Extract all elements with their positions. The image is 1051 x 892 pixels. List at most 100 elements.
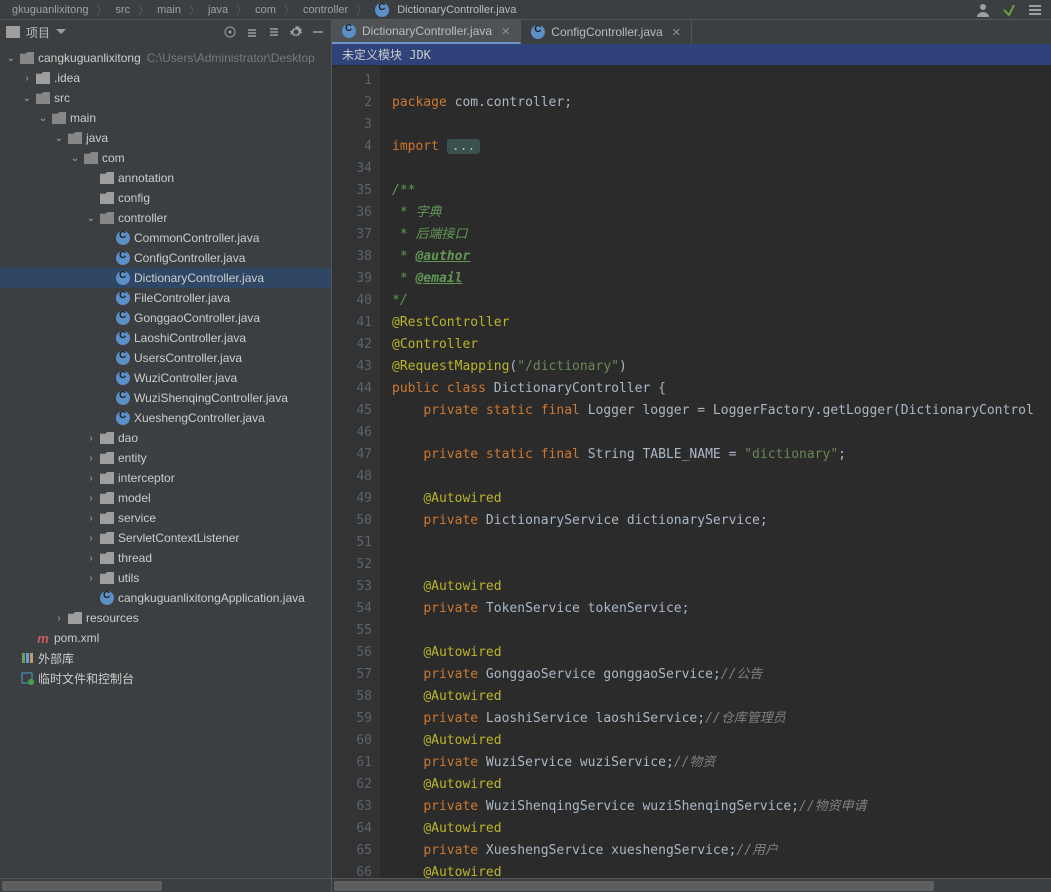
chevron-right-icon[interactable]: › [84,573,98,584]
expand-icon[interactable] [245,25,259,39]
code-area[interactable]: package com.controller; import ... /** *… [380,66,1051,878]
tree-item-外部库[interactable]: 外部库 [0,648,331,668]
tree-item-FileController.java[interactable]: FileController.java [0,288,331,308]
code-line[interactable] [392,532,1051,554]
tree-item-.idea[interactable]: ›.idea [0,68,331,88]
code-line[interactable]: * @email [392,268,1051,290]
code-line[interactable]: private XueshengService xueshengService;… [392,840,1051,862]
tree-item-thread[interactable]: ›thread [0,548,331,568]
breadcrumb-item[interactable]: main [157,4,181,16]
chevron-right-icon[interactable]: › [52,613,66,624]
code-line[interactable]: private TokenService tokenService; [392,598,1051,620]
chevron-right-icon[interactable]: › [84,493,98,504]
module-jdk-banner[interactable]: 未定义模块 JDK [332,44,1051,66]
code-line[interactable]: @RequestMapping("/dictionary") [392,356,1051,378]
code-line[interactable]: * 字典 [392,202,1051,224]
code-line[interactable] [392,620,1051,642]
chevron-down-icon[interactable]: ⌄ [84,213,98,224]
breadcrumb-item[interactable]: java [208,4,228,16]
chevron-right-icon[interactable]: › [20,73,34,84]
tree-item-resources[interactable]: ›resources [0,608,331,628]
code-line[interactable]: @Autowired [392,862,1051,878]
tree-item-DictionaryController.java[interactable]: DictionaryController.java [0,268,331,288]
close-icon[interactable]: ✕ [501,25,510,38]
tree-item-service[interactable]: ›service [0,508,331,528]
target-icon[interactable] [223,25,237,39]
tree-item-ConfigController.java[interactable]: ConfigController.java [0,248,331,268]
code-line[interactable]: private GonggaoService gonggaoService;//… [392,664,1051,686]
code-line[interactable]: @Autowired [392,576,1051,598]
tree-item-main[interactable]: ⌄main [0,108,331,128]
tree-item-ServletContextListener[interactable]: ›ServletContextListener [0,528,331,548]
tree-item-config[interactable]: config [0,188,331,208]
close-icon[interactable]: ✕ [672,26,681,39]
code-line[interactable]: @Controller [392,334,1051,356]
chevron-right-icon[interactable]: › [84,553,98,564]
code-line[interactable]: private DictionaryService dictionaryServ… [392,510,1051,532]
chevron-right-icon[interactable]: › [84,433,98,444]
tree-item-LaoshiController.java[interactable]: LaoshiController.java [0,328,331,348]
code-line[interactable] [392,554,1051,576]
tree-item-cangkuguanlixitongApplication.java[interactable]: cangkuguanlixitongApplication.java [0,588,331,608]
tree-item-entity[interactable]: ›entity [0,448,331,468]
chevron-down-icon[interactable]: ⌄ [4,53,18,64]
project-tree[interactable]: ⌄cangkuguanlixitongC:\Users\Administrato… [0,44,332,878]
dropdown-icon[interactable] [56,27,66,37]
tree-item-GonggaoController.java[interactable]: GonggaoController.java [0,308,331,328]
code-line[interactable]: import ... [392,136,1051,158]
tree-item-controller[interactable]: ⌄controller [0,208,331,228]
tree-item-utils[interactable]: ›utils [0,568,331,588]
chevron-right-icon[interactable]: › [84,513,98,524]
code-line[interactable] [392,70,1051,92]
tree-item-java[interactable]: ⌄java [0,128,331,148]
code-line[interactable]: @Autowired [392,642,1051,664]
code-line[interactable]: package com.controller; [392,92,1051,114]
code-line[interactable] [392,158,1051,180]
chevron-down-icon[interactable]: ⌄ [20,93,34,104]
horizontal-scrollbar[interactable] [0,878,1051,892]
code-line[interactable]: * 后端接口 [392,224,1051,246]
code-line[interactable]: * @author [392,246,1051,268]
build-icon[interactable] [1001,2,1017,18]
tree-item-annotation[interactable]: annotation [0,168,331,188]
code-line[interactable]: @Autowired [392,818,1051,840]
tree-item-model[interactable]: ›model [0,488,331,508]
chevron-down-icon[interactable]: ⌄ [52,133,66,144]
breadcrumb[interactable]: gkuguanlixitong〉src〉main〉java〉com〉contro… [0,0,1051,20]
code-line[interactable] [392,114,1051,136]
chevron-down-icon[interactable]: ⌄ [68,153,82,164]
tree-item-cangkuguanlixitong[interactable]: ⌄cangkuguanlixitongC:\Users\Administrato… [0,48,331,68]
tree-item-interceptor[interactable]: ›interceptor [0,468,331,488]
user-icon[interactable] [975,2,991,18]
breadcrumb-item[interactable]: com [255,4,276,16]
chevron-right-icon[interactable]: › [84,453,98,464]
breadcrumb-item[interactable]: src [115,4,130,16]
code-line[interactable]: private static final Logger logger = Log… [392,400,1051,422]
tree-item-com[interactable]: ⌄com [0,148,331,168]
code-editor[interactable]: 1234343536373839404142434445464748495051… [332,66,1051,878]
code-line[interactable] [392,422,1051,444]
tab-ConfigController.java[interactable]: ConfigController.java✕ [521,20,692,44]
breadcrumb-item[interactable]: DictionaryController.java [397,4,516,16]
tree-item-XueshengController.java[interactable]: XueshengController.java [0,408,331,428]
tree-item-src[interactable]: ⌄src [0,88,331,108]
tree-item-CommonController.java[interactable]: CommonController.java [0,228,331,248]
chevron-right-icon[interactable]: › [84,533,98,544]
tree-item-临时文件和控制台[interactable]: 临时文件和控制台 [0,668,331,688]
code-line[interactable]: private static final String TABLE_NAME =… [392,444,1051,466]
tree-item-pom.xml[interactable]: mpom.xml [0,628,331,648]
chevron-right-icon[interactable]: › [84,473,98,484]
breadcrumb-item[interactable]: controller [303,4,348,16]
tree-item-WuziShenqingController.java[interactable]: WuziShenqingController.java [0,388,331,408]
code-line[interactable]: @Autowired [392,488,1051,510]
code-line[interactable]: @Autowired [392,774,1051,796]
menu-icon[interactable] [1027,2,1043,18]
gear-icon[interactable] [289,25,303,39]
tree-item-dao[interactable]: ›dao [0,428,331,448]
code-line[interactable]: private WuziService wuziService;//物资 [392,752,1051,774]
tab-DictionaryController.java[interactable]: DictionaryController.java✕ [332,20,521,44]
code-line[interactable] [392,466,1051,488]
code-line[interactable]: @RestController [392,312,1051,334]
code-line[interactable]: public class DictionaryController { [392,378,1051,400]
hide-icon[interactable] [311,25,325,39]
